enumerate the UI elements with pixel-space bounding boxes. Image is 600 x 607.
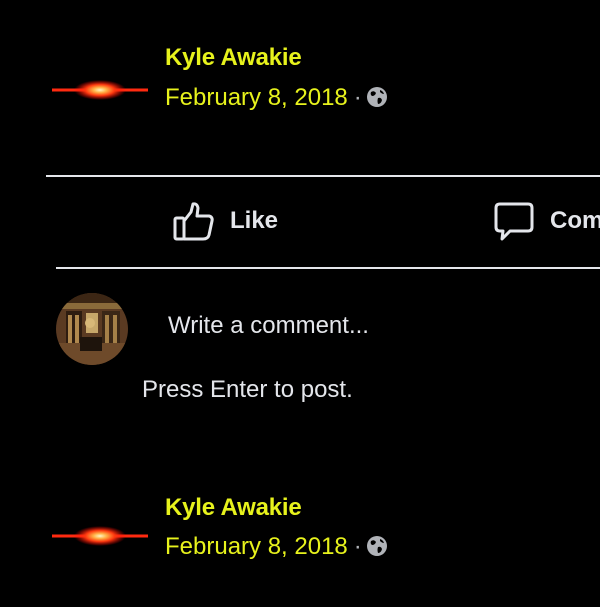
thumbs-up-icon xyxy=(173,202,214,241)
divider xyxy=(46,175,600,177)
post-date-text[interactable]: February 8, 2018 xyxy=(165,84,348,111)
comment-input[interactable] xyxy=(150,302,600,350)
author-avatar[interactable] xyxy=(52,80,148,100)
speech-bubble-icon xyxy=(494,202,534,241)
commenter-avatar[interactable] xyxy=(56,293,128,365)
post-header: Kyle Awakie February 8, 2018 · xyxy=(0,480,600,560)
comment-label[interactable]: Com xyxy=(550,207,600,235)
author-avatar[interactable] xyxy=(52,526,148,546)
post-header: Kyle Awakie February 8, 2018 · xyxy=(0,30,600,111)
separator-dot: · xyxy=(353,84,362,111)
like-button[interactable]: Like xyxy=(172,196,278,246)
globe-icon xyxy=(366,535,388,564)
post-date[interactable]: February 8, 2018 · xyxy=(165,84,388,115)
separator-dot: · xyxy=(353,533,362,560)
press-enter-hint: Press Enter to post. xyxy=(142,376,353,403)
globe-icon xyxy=(366,86,388,115)
post-date-text[interactable]: February 8, 2018 xyxy=(165,533,348,560)
post-date[interactable]: February 8, 2018 · xyxy=(165,533,388,564)
comment-button[interactable]: Com xyxy=(492,196,600,246)
like-label[interactable]: Like xyxy=(230,207,278,235)
author-name[interactable]: Kyle Awakie xyxy=(165,494,302,522)
author-name[interactable]: Kyle Awakie xyxy=(165,44,302,72)
divider xyxy=(56,267,600,269)
post-feed: Kyle Awakie February 8, 2018· Like Com xyxy=(0,0,600,607)
